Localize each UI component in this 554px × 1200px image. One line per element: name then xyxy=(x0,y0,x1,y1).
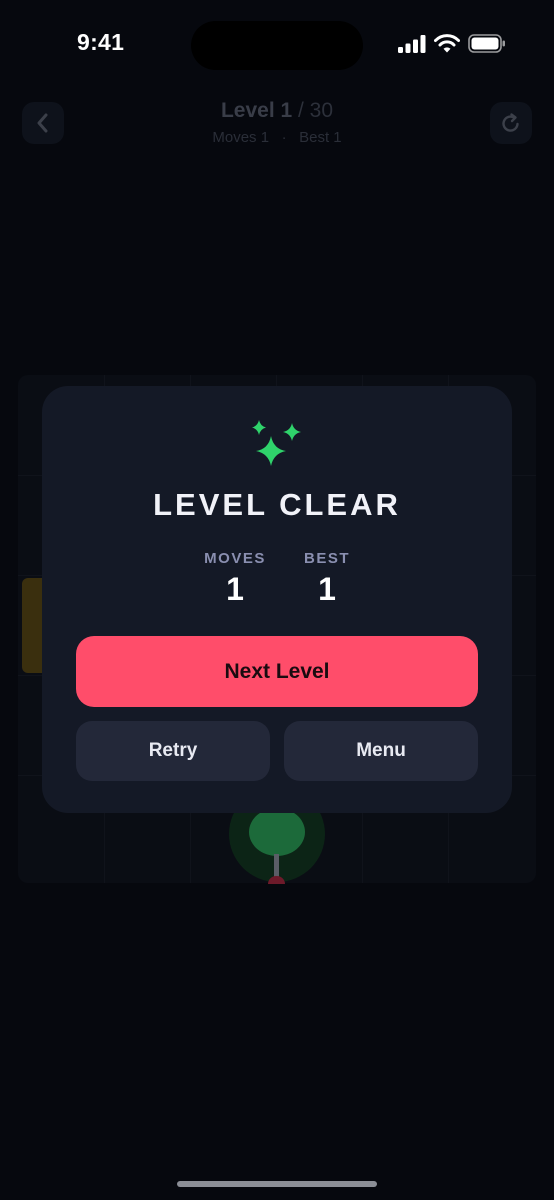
goal-pin xyxy=(249,808,305,856)
moves-count: Moves 1 xyxy=(212,129,270,146)
best-stat: BEST 1 xyxy=(294,550,360,608)
best-value: 1 xyxy=(318,571,336,607)
level-total: / 30 xyxy=(292,99,334,122)
level-subtitle: Moves 1 · Best 1 xyxy=(0,129,554,146)
goal-pin-base xyxy=(268,876,285,884)
level-clear-screen: Level 1 / 30 Moves 1 · Best 1 9:41 LEVEL… xyxy=(0,0,554,1200)
moves-value: 1 xyxy=(226,571,244,607)
status-bar: 9:41 xyxy=(0,0,554,90)
best-count: Best 1 xyxy=(299,129,342,146)
next-level-button[interactable]: Next Level xyxy=(76,636,478,707)
status-time: 9:41 xyxy=(77,29,125,55)
level-title: Level 1 / 30 xyxy=(0,99,554,123)
separator-dot: · xyxy=(281,129,287,146)
moves-label: MOVES xyxy=(204,550,266,567)
best-label: BEST xyxy=(303,550,350,567)
modal-title: LEVEL CLEAR xyxy=(153,487,401,522)
signal-icon xyxy=(398,34,426,53)
wifi-icon xyxy=(434,34,460,53)
level-label: Level 1 xyxy=(220,99,293,122)
retry-button[interactable]: Retry xyxy=(76,721,270,781)
home-indicator[interactable] xyxy=(177,1181,377,1187)
dynamic-island xyxy=(191,21,363,70)
moves-stat: MOVES 1 xyxy=(194,550,276,608)
status-icons xyxy=(398,34,506,53)
menu-button[interactable]: Menu xyxy=(284,721,478,781)
battery-icon xyxy=(468,34,505,53)
sparkles-icon xyxy=(252,420,301,466)
